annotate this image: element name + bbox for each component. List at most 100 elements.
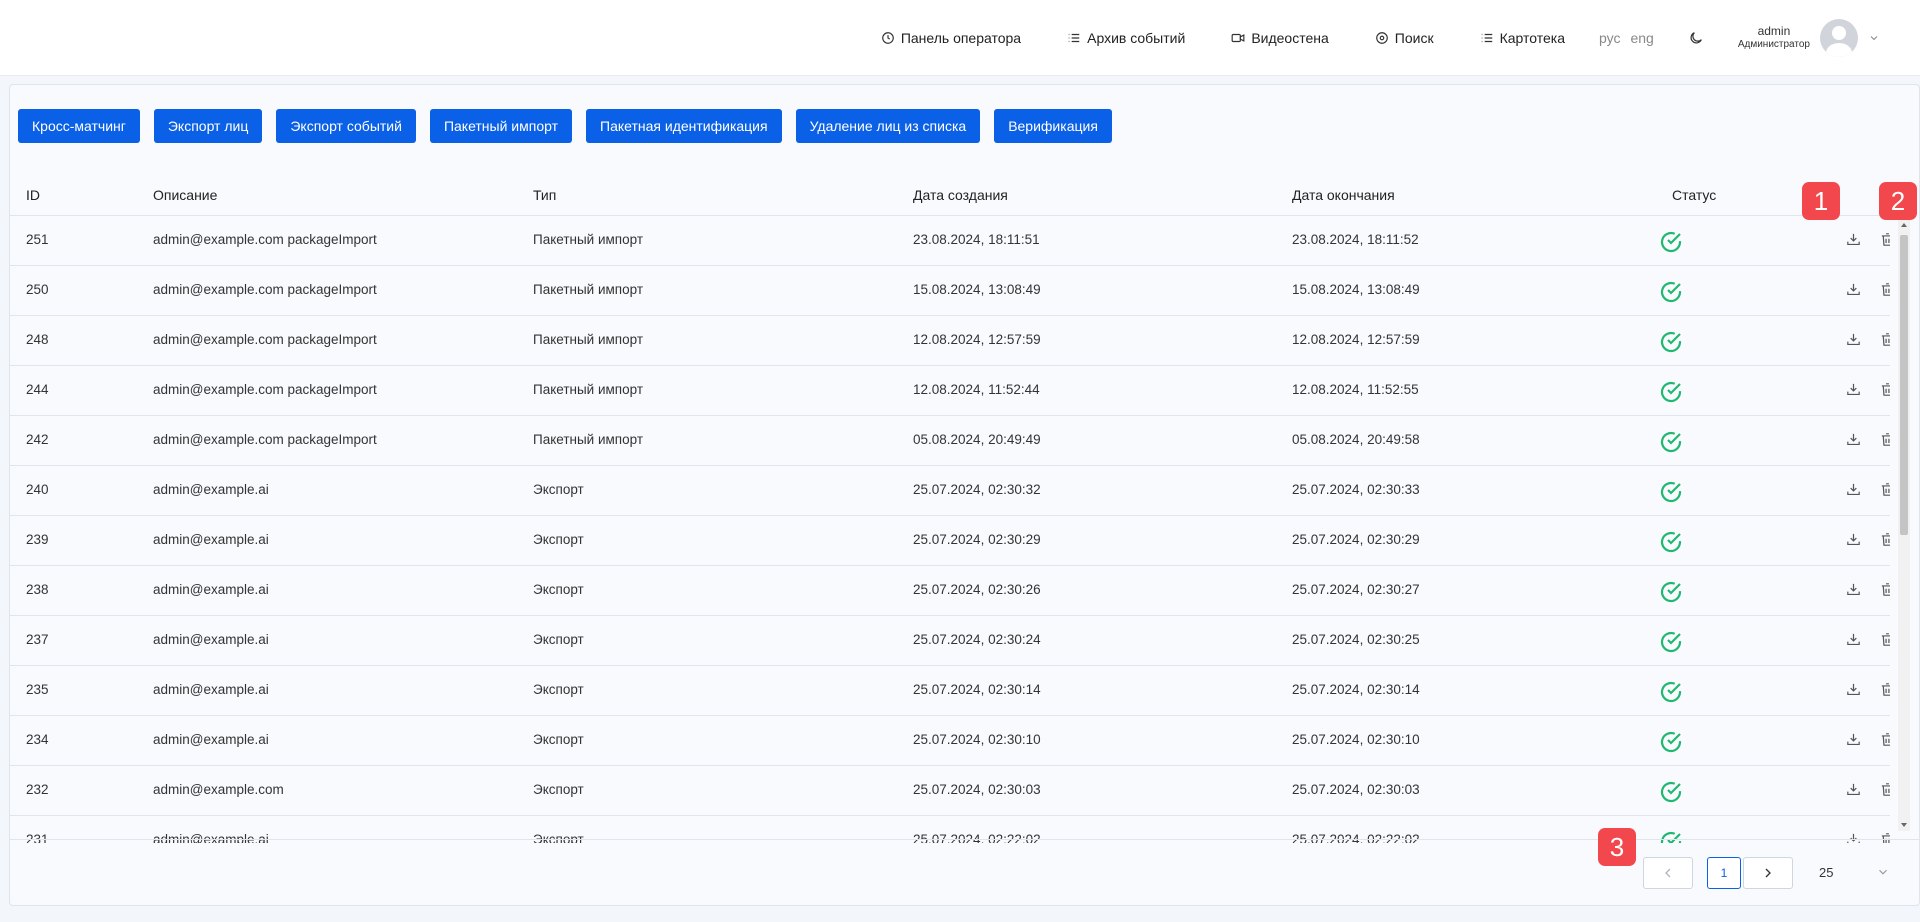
nav-search-label: Поиск	[1394, 29, 1434, 46]
trash-icon[interactable]	[1876, 778, 1890, 800]
cell-type: Пакетный импорт	[533, 282, 643, 297]
trash-icon[interactable]	[1876, 478, 1890, 500]
scroll-up-arrow[interactable]	[1901, 223, 1907, 227]
download-icon[interactable]	[1842, 828, 1864, 843]
page-size-select[interactable]: 25	[1819, 865, 1833, 880]
download-icon[interactable]	[1842, 228, 1864, 250]
cell-finished: 12.08.2024, 12:57:59	[1292, 332, 1420, 347]
nav-card-index[interactable]: Картотека	[1480, 30, 1565, 46]
download-icon[interactable]	[1842, 528, 1864, 550]
chevron-left-icon	[1665, 868, 1671, 878]
export-faces-button[interactable]: Экспорт лиц	[153, 109, 263, 143]
table-scrollbar[interactable]	[1898, 219, 1910, 831]
video-camera-icon	[1231, 33, 1245, 42]
scroll-thumb[interactable]	[1900, 235, 1908, 535]
cell-type: Пакетный импорт	[533, 382, 643, 397]
download-icon[interactable]	[1842, 328, 1864, 350]
trash-icon[interactable]	[1876, 628, 1890, 650]
trash-icon[interactable]	[1876, 578, 1890, 600]
cell-created: 25.07.2024, 02:30:03	[913, 782, 1041, 797]
cell-description: admin@example.ai	[153, 832, 269, 843]
nav-video-wall[interactable]: Видеостена	[1231, 30, 1329, 46]
trash-icon[interactable]	[1876, 678, 1890, 700]
cross-matching-button[interactable]: Кросс-матчинг	[18, 109, 140, 143]
cell-type: Экспорт	[533, 782, 584, 797]
cell-created: 05.08.2024, 20:49:49	[913, 432, 1041, 447]
trash-icon[interactable]	[1876, 228, 1890, 250]
export-events-button[interactable]: Экспорт событий	[276, 109, 416, 143]
download-icon[interactable]	[1842, 428, 1864, 450]
user-menu[interactable]: admin Администратор	[1737, 18, 1880, 57]
download-icon[interactable]	[1842, 628, 1864, 650]
page-size-dropdown[interactable]	[1876, 865, 1890, 884]
cell-description: admin@example.com packageImport	[153, 232, 377, 247]
table-row[interactable]: 238 admin@example.ai Экспорт 25.07.2024, 02…	[10, 566, 1890, 616]
user-role: Администратор	[1737, 38, 1810, 50]
trash-icon[interactable]	[1876, 428, 1890, 450]
main-nav: Панель оператора Архив событий Видеостен…	[881, 30, 1565, 46]
nav-events-archive[interactable]: Архив событий	[1067, 30, 1185, 46]
chevron-down-icon	[1879, 869, 1887, 875]
table-row[interactable]: 240 admin@example.ai Экспорт 25.07.2024, 02…	[10, 466, 1890, 516]
cell-type: Экспорт	[533, 682, 584, 697]
download-icon[interactable]	[1842, 778, 1864, 800]
nav-card-index-label: Картотека	[1499, 29, 1565, 46]
trash-icon[interactable]	[1876, 828, 1890, 843]
user-name: admin	[1757, 24, 1791, 39]
cell-description: admin@example.ai	[153, 532, 269, 547]
delete-faces-from-list-button[interactable]: Удаление лиц из списка	[795, 109, 981, 143]
theme-toggle[interactable]	[1688, 30, 1704, 46]
table-header: ID Описание Тип Дата создания Дата оконч…	[10, 175, 1890, 216]
download-icon[interactable]	[1842, 728, 1864, 750]
download-icon[interactable]	[1842, 578, 1864, 600]
cell-type: Пакетный импорт	[533, 232, 643, 247]
batch-identification-button[interactable]: Пакетная идентификация	[586, 109, 782, 143]
table-row[interactable]: 250 admin@example.com packageImport Пакетн…	[10, 266, 1890, 316]
page-number-current[interactable]: 1	[1707, 857, 1741, 889]
download-icon[interactable]	[1842, 478, 1864, 500]
table-row[interactable]: 234 admin@example.ai Экспорт 25.07.2024, 02…	[10, 716, 1890, 766]
lang-ru[interactable]: рус	[1599, 30, 1620, 46]
lang-en[interactable]: eng	[1630, 30, 1653, 46]
download-icon[interactable]	[1842, 678, 1864, 700]
trash-icon[interactable]	[1876, 728, 1890, 750]
cell-created: 25.07.2024, 02:30:10	[913, 732, 1041, 747]
table-row[interactable]: 251 admin@example.com packageImport Пакетн…	[10, 216, 1890, 266]
cell-id: 242	[26, 432, 49, 447]
table-row[interactable]: 239 admin@example.ai Экспорт 25.07.2024, 02…	[10, 516, 1890, 566]
status-success-icon	[1659, 780, 1683, 804]
cell-description: admin@example.com	[153, 782, 284, 797]
prev-page-button[interactable]	[1643, 857, 1693, 889]
cell-id: 244	[26, 382, 49, 397]
table-row[interactable]: 237 admin@example.ai Экспорт 25.07.2024, 02…	[10, 616, 1890, 666]
cell-description: admin@example.com packageImport	[153, 282, 377, 297]
status-success-icon	[1659, 330, 1683, 354]
cell-id: 240	[26, 482, 49, 497]
table-row[interactable]: 235 admin@example.ai Экспорт 25.07.2024, 02…	[10, 666, 1890, 716]
clock-icon	[881, 31, 894, 44]
trash-icon[interactable]	[1876, 528, 1890, 550]
download-icon[interactable]	[1842, 278, 1864, 300]
status-success-icon	[1659, 430, 1683, 454]
table-row[interactable]: 242 admin@example.com packageImport Пакетн…	[10, 416, 1890, 466]
scroll-down-arrow[interactable]	[1901, 823, 1907, 827]
header-description: Описание	[153, 187, 218, 203]
cell-id: 231	[26, 832, 49, 843]
table-row[interactable]: 248 admin@example.com packageImport Пакетн…	[10, 316, 1890, 366]
download-icon[interactable]	[1842, 378, 1864, 400]
cell-finished: 25.07.2024, 02:30:14	[1292, 682, 1420, 697]
trash-icon[interactable]	[1876, 278, 1890, 300]
trash-icon[interactable]	[1876, 378, 1890, 400]
header-id: ID	[26, 187, 40, 203]
next-page-button[interactable]	[1743, 857, 1793, 889]
verification-button[interactable]: Верификация	[994, 109, 1112, 143]
batch-import-button[interactable]: Пакетный импорт	[429, 109, 573, 143]
nav-search[interactable]: Поиск	[1375, 30, 1434, 46]
action-toolbar: Кросс-матчинг Экспорт лиц Экспорт событи…	[18, 109, 1112, 143]
table-row[interactable]: 232 admin@example.com Экспорт 25.07.2024, 0…	[10, 766, 1890, 816]
nav-operator-panel[interactable]: Панель оператора	[881, 30, 1021, 46]
trash-icon[interactable]	[1876, 328, 1890, 350]
cell-id: 237	[26, 632, 49, 647]
cell-finished: 25.07.2024, 02:30:33	[1292, 482, 1420, 497]
table-row[interactable]: 244 admin@example.com packageImport Пакетн…	[10, 366, 1890, 416]
